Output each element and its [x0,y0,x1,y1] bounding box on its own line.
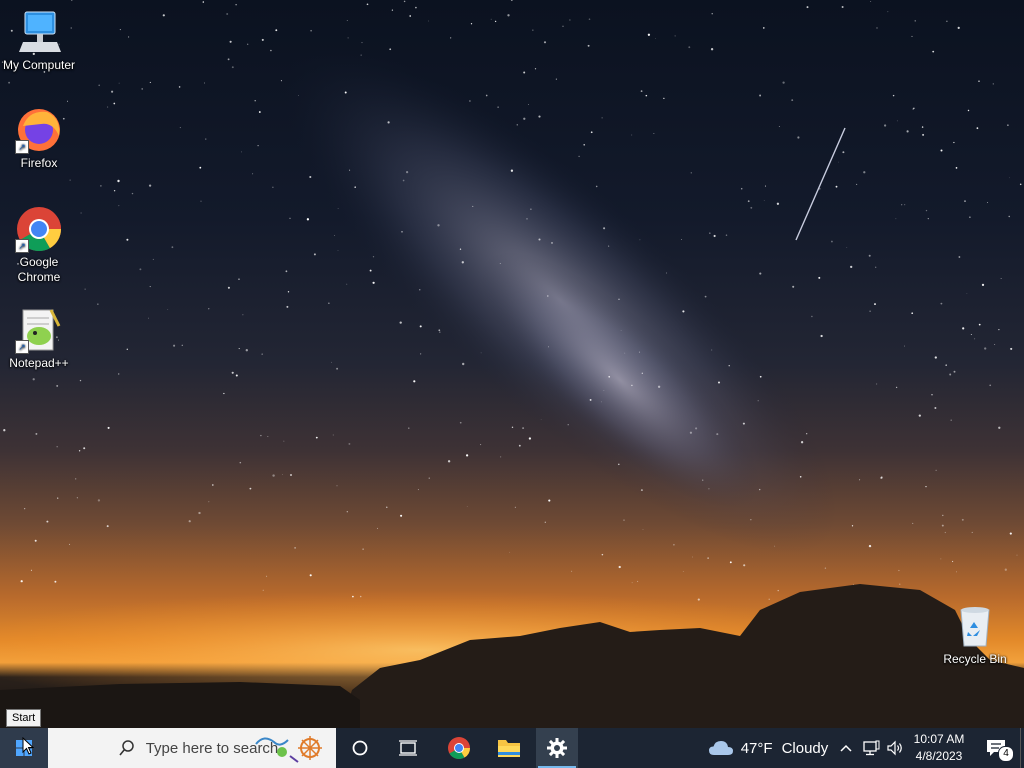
network-button[interactable] [860,728,882,768]
clock-date: 4/8/2023 [915,749,963,763]
recycle-bin-icon [951,602,999,650]
gear-icon [547,738,567,758]
desktop-icon-label: Recycle Bin [943,652,1007,666]
desktop-icon-google-chrome[interactable]: ↗ Google Chrome [1,205,77,285]
notepad-plus-plus-icon: ↗ [15,306,63,354]
weather-temperature: 47°F [740,739,773,757]
taskbar: Type here to search 47°F Cloudy 10:07 AM… [0,728,1024,768]
notification-count-badge: 4 [998,746,1014,762]
desktop-icon-label: Google Chrome [17,255,61,284]
cortana-button[interactable] [340,728,380,768]
volume-button[interactable] [884,728,906,768]
network-icon [863,740,880,756]
start-tooltip: Start [6,709,42,727]
mouse-cursor-icon [22,737,34,755]
desktop-icon-label: My Computer [2,58,76,72]
weather-widget[interactable]: 47°F Cloudy [706,728,830,768]
chevron-up-icon [840,744,852,752]
search-input[interactable]: Type here to search [48,728,336,768]
task-view-icon [399,740,417,756]
clock-time: 10:07 AM [913,732,965,746]
task-view-button[interactable] [388,728,428,768]
shortcut-arrow-icon: ↗ [15,140,29,154]
computer-icon [15,8,63,56]
search-highlight-doodle-icon [255,736,322,763]
weather-condition: Cloudy [781,739,829,757]
desktop-icon-my-computer[interactable]: My Computer [1,8,77,73]
desktop-background: My Computer ↗ Firefox ↗ Google Chrome ↗ … [0,0,1024,728]
shortcut-arrow-icon: ↗ [15,340,29,354]
folder-icon [498,740,520,757]
firefox-icon: ↗ [15,106,63,154]
milky-way-wallpaper [0,0,1024,728]
desktop-icon-label: Notepad++ [9,356,69,370]
desktop-icon-notepad-plus-plus[interactable]: ↗ Notepad++ [1,306,77,371]
chrome-icon [448,737,471,760]
show-desktop-button[interactable] [1020,728,1024,768]
chrome-icon: ↗ [15,205,63,253]
clock[interactable]: 10:07 AM 4/8/2023 [908,728,970,768]
action-center-button[interactable]: 4 [976,728,1016,768]
show-hidden-icons-button[interactable] [836,728,856,768]
desktop-icon-label: Firefox [20,156,58,170]
cortana-circle-icon [352,740,368,756]
taskbar-settings-button[interactable] [536,728,578,768]
desktop-icon-recycle-bin[interactable]: Recycle Bin [937,602,1013,667]
shortcut-arrow-icon: ↗ [15,239,29,253]
start-button[interactable] [0,728,48,768]
speaker-icon [887,740,902,756]
taskbar-chrome-button[interactable] [438,728,480,768]
desktop-icon-firefox[interactable]: ↗ Firefox [1,106,77,171]
search-icon [119,740,134,756]
cloud-icon [708,741,733,755]
taskbar-file-explorer-button[interactable] [488,728,530,768]
